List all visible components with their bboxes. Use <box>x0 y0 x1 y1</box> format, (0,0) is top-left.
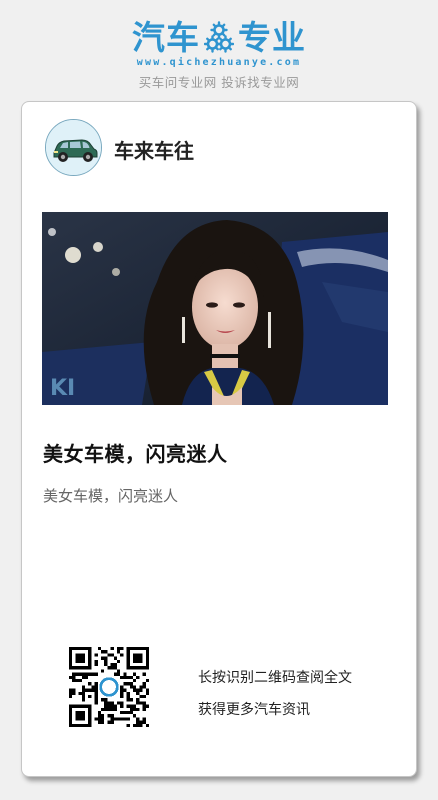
qr-caption-line2: 获得更多汽车资讯 <box>198 702 310 718</box>
brand-logo: 汽车 专业 <box>0 18 438 58</box>
account-avatar[interactable] <box>45 119 102 176</box>
article-card[interactable]: 车来车往 KI 美女车模，闪亮迷人 美女车模，闪亮迷人 长按识别二维码查阅全文 … <box>21 101 417 777</box>
svg-text:KI: KI <box>50 376 75 401</box>
qr-caption: 长按识别二维码查阅全文 获得更多汽车资讯 <box>198 662 352 726</box>
car-icon <box>46 120 101 175</box>
gear-icon <box>204 21 234 53</box>
brand-name-right: 专业 <box>238 18 306 57</box>
account-name[interactable]: 车来车往 <box>114 135 194 164</box>
header: 汽车 专业 www.qichezhuanye.com 买车问专业网 投诉找专业网 <box>0 0 438 100</box>
qr-code-icon <box>69 647 149 727</box>
brand-slogan: 买车问专业网 投诉找专业网 <box>138 75 300 90</box>
brand-name-left: 汽车 <box>132 18 200 57</box>
brand-url: www.qichezhuanye.com <box>136 57 302 68</box>
article-summary: 美女车模，闪亮迷人 <box>43 487 179 505</box>
qr-caption-line1: 长按识别二维码查阅全文 <box>198 670 352 686</box>
hero-photo: KI <box>42 212 388 405</box>
qr-code[interactable] <box>69 647 149 727</box>
article-title[interactable]: 美女车模，闪亮迷人 <box>43 438 228 467</box>
hero-image[interactable]: KI <box>42 212 388 405</box>
